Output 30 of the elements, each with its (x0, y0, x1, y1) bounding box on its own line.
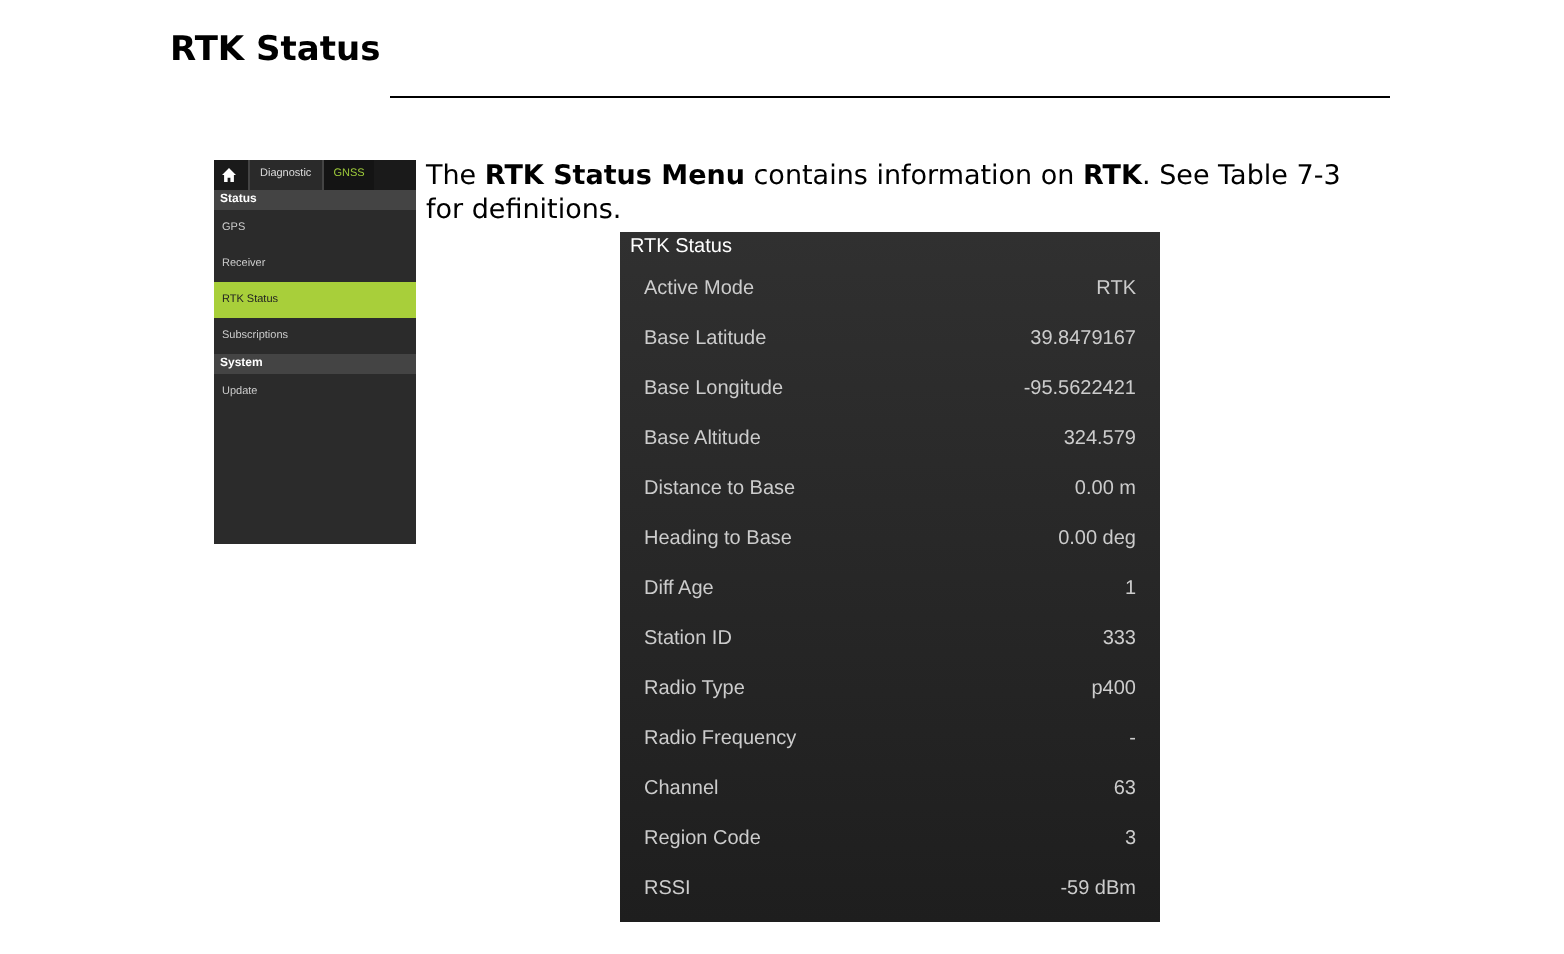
field-value: 333 (1102, 628, 1136, 650)
description-paragraph: The RTK Status Menu contains information on RTK. See Table 7-3 for definitions. (426, 160, 1343, 228)
field-label: Region Code (644, 828, 761, 850)
field-value: -59 dBm (1060, 878, 1136, 900)
field-label: Channel (644, 778, 719, 800)
field-label: Heading to Base (644, 528, 792, 550)
home-icon[interactable] (222, 168, 236, 182)
field-label: Active Mode (644, 278, 755, 300)
field-label: Distance to Base (644, 478, 796, 500)
field-label: Radio Type (644, 678, 745, 700)
field-label: Radio Frequency (644, 728, 797, 750)
field-value: 3 (1124, 828, 1136, 850)
field-value: 324.579 (1063, 428, 1136, 450)
field-value: RTK (1096, 278, 1136, 300)
field-value: p400 (1091, 678, 1136, 700)
field-value: 63 (1113, 778, 1136, 800)
panel-title: RTK Status (628, 234, 734, 262)
field-label: Base Longitude (644, 378, 784, 400)
field-value: 1 (1124, 578, 1136, 600)
field-label: Station ID (644, 628, 732, 650)
field-label: Diff Age (644, 578, 714, 600)
field-value: - (1129, 728, 1136, 750)
field-value: 39.8479167 (1030, 328, 1136, 350)
field-label: Base Latitude (644, 328, 767, 350)
page-heading: RTK Status (170, 28, 383, 72)
field-value: 0.00 m (1074, 478, 1136, 500)
field-value: 0.00 deg (1058, 528, 1136, 550)
field-label: Base Altitude (644, 428, 761, 450)
field-label: RSSI (644, 878, 691, 900)
field-value: -95.5622421 (1023, 378, 1136, 400)
